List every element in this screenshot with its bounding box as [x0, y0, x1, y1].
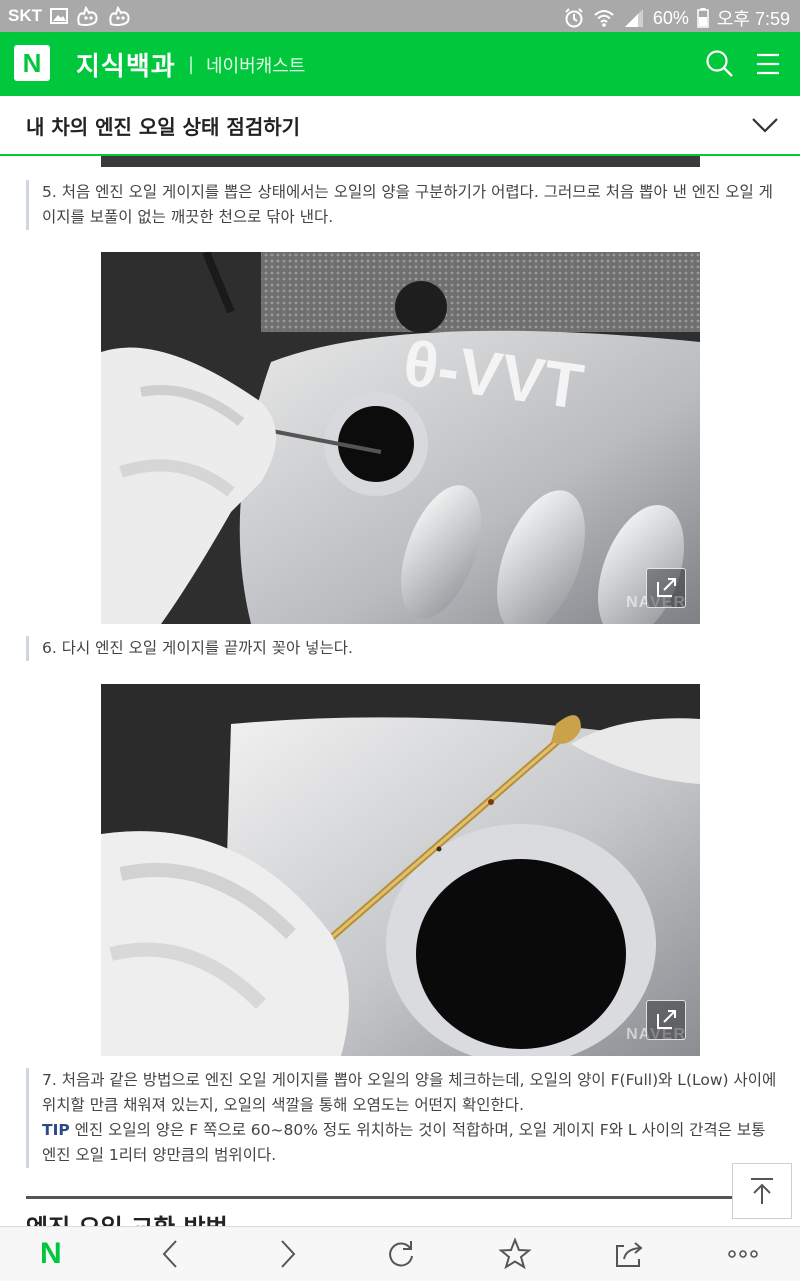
reload-icon: [389, 1241, 413, 1267]
naver-logo[interactable]: N: [14, 45, 50, 81]
engine-cover-image: θ-VVT: [101, 252, 700, 624]
photo-dipstick-check[interactable]: NAVER: [101, 684, 700, 1056]
carrier-label: SKT: [8, 6, 42, 25]
back-icon: [162, 1240, 177, 1268]
scroll-to-top-button[interactable]: [732, 1163, 792, 1219]
expand-image-button[interactable]: [646, 568, 686, 608]
app-title[interactable]: 지식백과: [76, 46, 176, 83]
chevron-down-icon: [752, 118, 778, 133]
article-title-bar: 내 차의 엔진 오일 상태 점검하기: [0, 96, 800, 156]
share-icon: [616, 1242, 643, 1267]
dipstick-image: [101, 684, 700, 1056]
cat-face-icon: [77, 6, 98, 26]
arrow-up-to-top-icon: [751, 1178, 773, 1204]
step-5-text: 5. 처음 엔진 오일 게이지를 뽑은 상태에서는 오일의 양을 구분하기가 어…: [26, 180, 778, 230]
previous-photo-edge: [101, 156, 700, 167]
forward-icon: [281, 1240, 296, 1268]
title-separator: |: [188, 54, 195, 75]
forward-button[interactable]: [270, 1237, 304, 1271]
image-icon: [50, 8, 68, 24]
step-7-text: 7. 처음과 같은 방법으로 엔진 오일 게이지를 뽑아 오일의 양을 체크하는…: [42, 1071, 777, 1114]
section-divider: [26, 1196, 774, 1199]
app-subtitle[interactable]: 네이버캐스트: [206, 52, 305, 78]
expand-image-button[interactable]: [646, 1000, 686, 1040]
tip-label: TIP: [42, 1121, 70, 1139]
naver-n-icon: N: [40, 1237, 62, 1270]
photo-dipstick-insert[interactable]: θ-VVT NAVER: [101, 252, 700, 624]
star-icon: [498, 1237, 532, 1270]
battery-percent: 60%: [652, 7, 689, 28]
cat-face-icon: [109, 6, 130, 26]
app-header: N 지식백과 | 네이버캐스트: [0, 32, 800, 96]
toc-toggle-button[interactable]: [750, 110, 780, 140]
reload-button[interactable]: [384, 1237, 418, 1271]
expand-icon: [657, 578, 676, 597]
clock: 오후 7:59: [716, 9, 790, 29]
home-button[interactable]: N: [40, 1237, 74, 1271]
battery-icon: [697, 8, 709, 28]
expand-icon: [657, 1010, 676, 1029]
more-icon: [728, 1250, 758, 1258]
tip-text: 엔진 오일의 양은 F 쪽으로 60~80% 정도 위치하는 것이 적합하며, …: [42, 1121, 766, 1164]
menu-button[interactable]: [752, 48, 784, 80]
menu-icon: [757, 53, 779, 75]
next-section-heading: 엔진 오일 교환 방법: [26, 1212, 228, 1226]
tip-paragraph: TIP 엔진 오일의 양은 F 쪽으로 60~80% 정도 위치하는 것이 적합…: [42, 1118, 778, 1168]
browser-toolbar: N: [0, 1226, 800, 1281]
status-bar: SKT 60% 오후 7:59: [0, 0, 800, 32]
search-button[interactable]: [704, 48, 736, 80]
signal-icon: [624, 9, 643, 27]
bookmark-button[interactable]: [498, 1237, 532, 1271]
share-button[interactable]: [612, 1237, 646, 1271]
page-title: 내 차의 엔진 오일 상태 점검하기: [26, 115, 301, 139]
alarm-icon: [565, 8, 583, 28]
wifi-icon: [594, 10, 614, 27]
more-options-button[interactable]: [726, 1237, 760, 1271]
step-6-text: 6. 다시 엔진 오일 게이지를 끝까지 꽂아 넣는다.: [26, 636, 778, 661]
back-button[interactable]: [154, 1237, 188, 1271]
search-icon: [706, 50, 733, 77]
step-7-block: 7. 처음과 같은 방법으로 엔진 오일 게이지를 뽑아 오일의 양을 체크하는…: [26, 1068, 778, 1168]
